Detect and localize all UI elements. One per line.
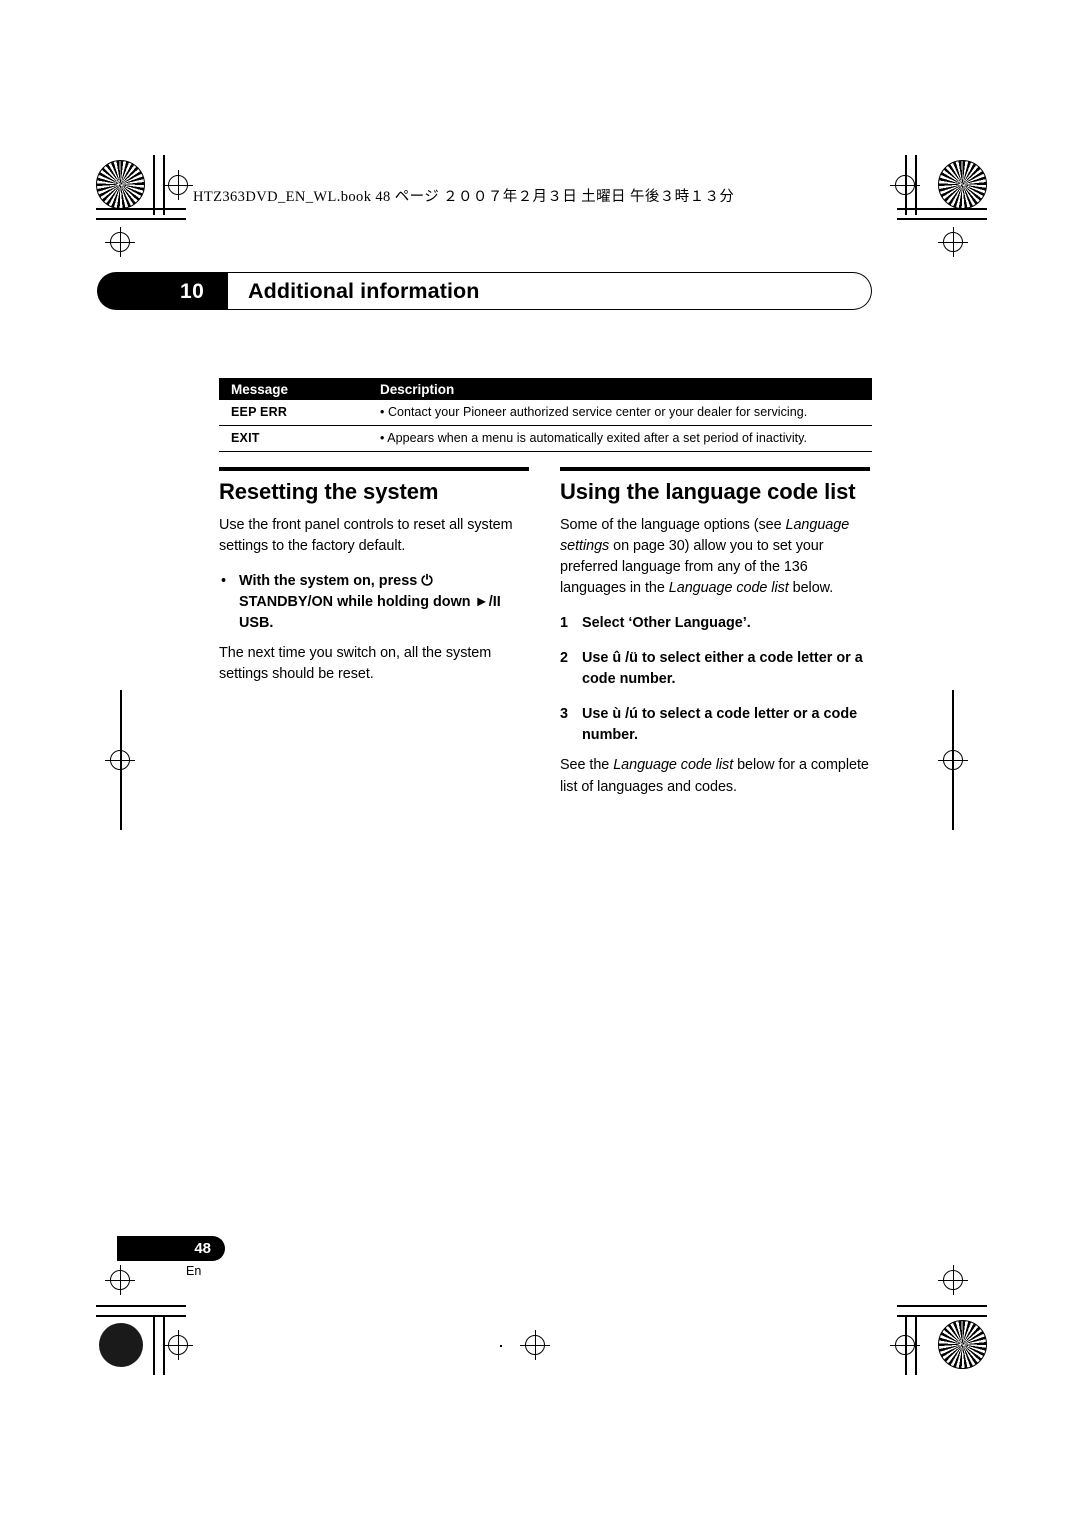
section-heading-language-code: Using the language code list [560,479,856,504]
cell-message: EXIT [231,431,260,445]
closing-italic: Language code list [613,757,734,774]
page-number: 48 [194,1240,211,1257]
corner-bracket-top-left [96,208,186,258]
cell-description: • Contact your Pioneer authorized servic… [380,405,808,419]
closing-text-1: See the [560,757,614,774]
crop-mark-right-middle [952,690,962,830]
corner-bracket-top-right [897,208,987,258]
bullet-dot-icon: • [221,573,227,590]
language-step-3: 3 Use ù /ú to select a code letter or a … [560,704,870,746]
corner-bracket-bottom-left [96,1305,186,1355]
registration-mark-top-left [163,170,193,200]
corner-bracket-bottom-right [897,1305,987,1355]
intro-text-1: Some of the language options (see [560,517,786,534]
column-header-description: Description [380,382,455,397]
step-number-2: 2 [560,650,569,667]
page-number-badge: 48 [117,1236,225,1261]
step-text-1: Select ‘Other Language’. [582,615,751,632]
language-step-1: 1 Select ‘Other Language’. [560,613,870,634]
chapter-heading: 10 Additional information [97,272,872,310]
chapter-number-badge [97,272,228,310]
cell-message: EEP ERR [231,405,288,419]
print-registration-star-top-left [96,160,145,209]
table-row: EXIT • Appears when a menu is automatica… [219,426,872,452]
registration-mark-top-right [890,170,920,200]
book-filename-header: HTZ363DVD_EN_WL.book 48 ページ ２００７年２月３日 土曜… [193,185,734,206]
column-header-message: Message [231,382,289,397]
cell-description: • Appears when a menu is automatically e… [380,431,808,445]
message-table: Message Description EEP ERR • Contact yo… [219,378,872,452]
step-number-1: 1 [560,615,569,632]
language-code-intro: Some of the language options (see Langua… [560,515,870,599]
resetting-bullet-text: With the system on, press ⏻ STANDBY/ON w… [239,573,501,632]
registration-mark-right-lower [938,1265,968,1295]
chapter-number: 10 [180,280,205,303]
crop-mark-left-middle [120,690,130,830]
page-title: Additional information [248,279,480,303]
intro-italic-2: Language code list [668,580,789,597]
page-language-code: En [186,1264,202,1278]
resetting-paragraph-2: The next time you switch on, all the sys… [219,645,492,683]
table-header-row: Message Description [219,378,872,400]
language-step-2: 2 Use û /ü to select either a code lette… [560,648,870,690]
filename-text: HTZ363DVD_EN_WL.book 48 ページ ２００７年２月３日 土曜… [193,189,735,205]
left-column: Resetting the system Use the front panel… [219,467,529,685]
resetting-bullet-item: • With the system on, press ⏻ STANDBY/ON… [219,571,529,634]
right-column: Using the language code list Some of the… [560,467,870,798]
registration-mark-left-lower [105,1265,135,1295]
resetting-paragraph-1: Use the front panel controls to reset al… [219,517,513,555]
intro-text-3: below. [788,580,834,597]
print-registration-star-top-right [938,160,987,209]
section-rule [560,467,870,471]
section-rule [219,467,529,471]
crop-mark-bottom-center [500,1320,580,1370]
table-row: EEP ERR • Contact your Pioneer authorize… [219,400,872,426]
step-text-2: Use û /ü to select either a code letter … [582,650,863,688]
step-number-3: 3 [560,706,569,723]
section-heading-resetting: Resetting the system [219,479,439,504]
language-code-closing: See the Language code list below for a c… [560,755,870,797]
step-text-3: Use ù /ú to select a code letter or a co… [582,706,858,744]
